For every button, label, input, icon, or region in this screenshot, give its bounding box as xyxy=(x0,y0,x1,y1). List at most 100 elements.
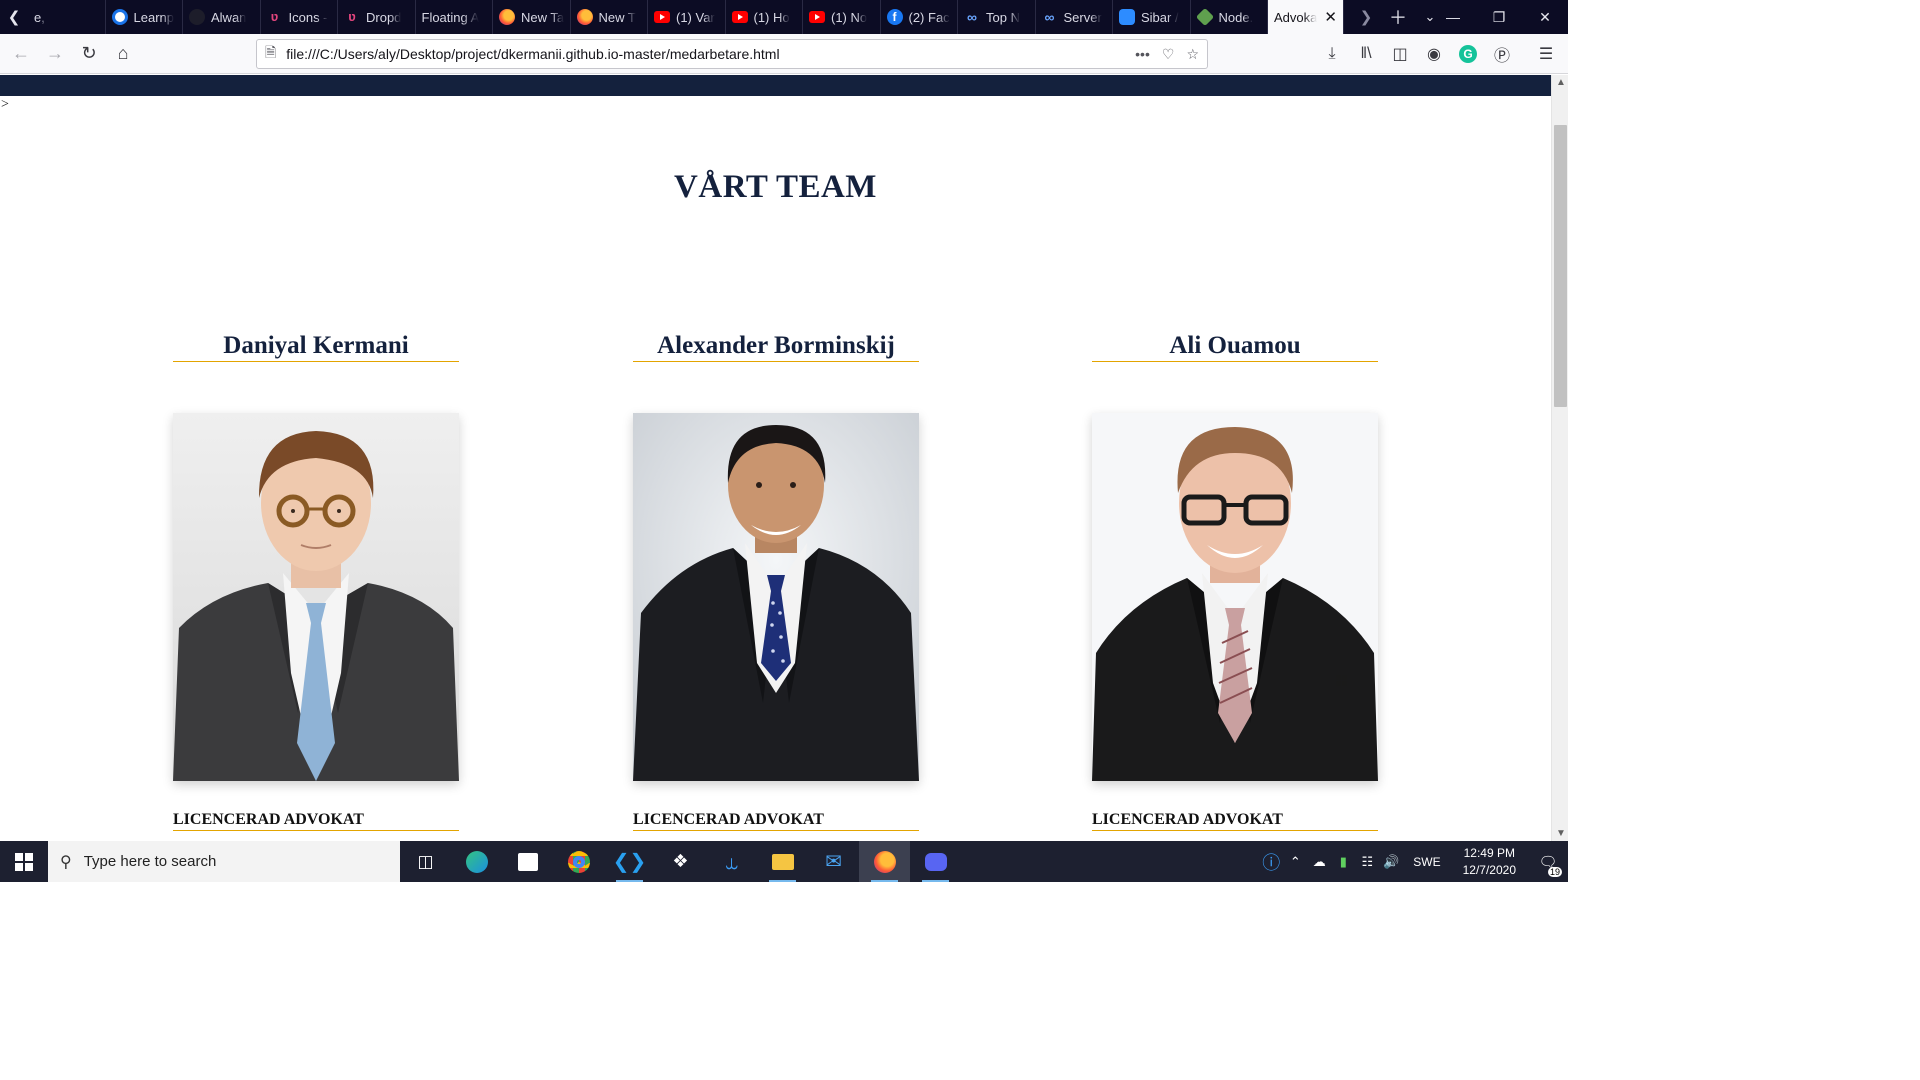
firefox-icon xyxy=(576,9,593,25)
stray-text: > xyxy=(1,97,9,112)
tab[interactable]: (1) Ho xyxy=(726,0,803,34)
edge-icon[interactable] xyxy=(451,841,502,882)
tab-active[interactable]: Advoka ✕ xyxy=(1268,0,1344,34)
tab[interactable]: Learnp xyxy=(106,0,183,34)
close-tab-icon[interactable]: ✕ xyxy=(1324,8,1337,26)
scroll-thumb[interactable] xyxy=(1554,125,1567,407)
tab[interactable]: ʋ Dropd xyxy=(338,0,416,34)
library-icon[interactable]: ‖\ xyxy=(1350,38,1382,70)
language-indicator[interactable]: SWE xyxy=(1413,855,1440,869)
help-icon[interactable]: ⓘ xyxy=(1259,849,1283,875)
downloads-icon[interactable]: ⤓ xyxy=(1316,38,1348,70)
url-text[interactable]: file:///C:/Users/aly/Desktop/project/dke… xyxy=(286,46,1123,62)
page-actions-icon[interactable]: ••• xyxy=(1135,46,1150,62)
start-button[interactable] xyxy=(0,841,48,882)
tab[interactable]: (1) Var xyxy=(648,0,726,34)
m-logo-icon: ʋ xyxy=(348,9,356,24)
tab-list: e, Learnp Alwan ʋ Icons - ʋ Dropd Floating… xyxy=(28,0,1344,34)
tab-label: Top N xyxy=(986,9,1020,25)
tab-label: Dropd xyxy=(366,9,402,25)
tab-scroll-right-button[interactable]: ❯ xyxy=(1350,8,1382,26)
back-button[interactable]: ← xyxy=(4,38,38,70)
discord-icon[interactable] xyxy=(910,841,961,882)
tab-label: Alwan xyxy=(211,9,247,25)
scroll-down-arrow-icon[interactable]: ▼ xyxy=(1556,828,1566,839)
vertical-scrollbar[interactable]: ▲ ▼ xyxy=(1551,75,1568,841)
file-explorer-icon[interactable] xyxy=(757,841,808,882)
tab[interactable]: New Ta xyxy=(493,0,571,34)
navigation-toolbar: ← → ↻ ⌂ 🗎 file:///C:/Users/aly/Desktop/p… xyxy=(0,34,1568,74)
youtube-icon xyxy=(809,11,825,23)
new-tab-button[interactable]: ＋ xyxy=(1382,4,1414,30)
network-icon[interactable]: ☷ xyxy=(1355,854,1379,870)
tab[interactable]: (1) No xyxy=(803,0,881,34)
sidebar-icon[interactable]: ◫ xyxy=(1384,38,1416,70)
team-member-card: Daniyal Kermani LICENCERAD ADVOKAT xyxy=(173,330,459,831)
member-photo xyxy=(633,413,919,781)
member-role: LICENCERAD ADVOKAT xyxy=(633,811,919,831)
volume-icon[interactable]: 🔊 xyxy=(1379,854,1403,870)
tab[interactable]: ʋ Icons - xyxy=(261,0,338,34)
taskbar-search-box[interactable]: ⚲ Type here to search xyxy=(48,841,400,882)
tab[interactable]: Sibar / xyxy=(1113,0,1191,34)
tab-label: Advoka xyxy=(1274,9,1318,25)
tab-strip: ❮ e, Learnp Alwan ʋ Icons - ʋ Dropd Floati… xyxy=(0,0,1568,34)
onedrive-icon[interactable]: ☁ xyxy=(1307,854,1331,870)
infinity-icon: ∞ xyxy=(1044,9,1055,25)
m-logo-icon: ʋ xyxy=(270,9,279,24)
pocket-icon[interactable]: ♡ xyxy=(1162,46,1175,63)
tab[interactable]: Node. xyxy=(1191,0,1268,34)
tab[interactable]: ∞ Top N xyxy=(958,0,1036,34)
restore-button[interactable]: ❐ xyxy=(1476,0,1522,34)
member-role: LICENCERAD ADVOKAT xyxy=(173,811,459,831)
close-window-button[interactable]: ✕ xyxy=(1522,0,1568,34)
account-icon[interactable]: ◉ xyxy=(1418,38,1450,70)
search-placeholder: Type here to search xyxy=(83,853,217,870)
firefox-taskbar-icon[interactable] xyxy=(859,841,910,882)
store-icon[interactable] xyxy=(502,841,553,882)
search-icon: ⚲ xyxy=(60,853,72,871)
mail-icon[interactable]: ✉ xyxy=(808,841,859,882)
member-photo xyxy=(1092,413,1378,781)
youtube-icon xyxy=(654,11,670,23)
tab-label: (1) Var xyxy=(676,9,715,25)
scroll-up-arrow-icon[interactable]: ▲ xyxy=(1556,77,1566,88)
tab[interactable]: Alwan xyxy=(183,0,261,34)
chrome-icon[interactable] xyxy=(553,841,604,882)
grammarly-icon[interactable]: G xyxy=(1452,38,1484,70)
tab-scroll-left-button[interactable]: ❮ xyxy=(0,0,28,34)
battery-icon[interactable]: ▮ xyxy=(1331,854,1355,870)
ring-icon xyxy=(111,9,128,25)
clock[interactable]: 12:49 PM 12/7/2020 xyxy=(1463,845,1516,879)
app-bolt-icon[interactable]: ⥿ xyxy=(706,841,757,882)
url-bar[interactable]: 🗎 file:///C:/Users/aly/Desktop/project/d… xyxy=(256,39,1208,69)
page-icon: 🗎 xyxy=(265,44,277,60)
forward-button[interactable]: → xyxy=(38,38,72,70)
tab[interactable]: New T xyxy=(571,0,648,34)
tab-label: Node. xyxy=(1218,9,1254,25)
tab[interactable]: e, xyxy=(28,0,106,34)
bookmark-star-icon[interactable]: ☆ xyxy=(1186,46,1199,63)
site-header-bar xyxy=(0,75,1551,96)
tab[interactable]: ∞ Server xyxy=(1036,0,1113,34)
tab[interactable]: Floating A xyxy=(416,0,493,34)
vscode-icon[interactable]: ❮❯ xyxy=(604,841,655,882)
dropbox-icon[interactable]: ❖ xyxy=(655,841,706,882)
member-name: Ali Ouamou xyxy=(1092,330,1378,362)
tab-label: New T xyxy=(598,9,636,25)
windows-taskbar: ⚲ Type here to search ◫ ❮❯ ❖ ⥿ ✉ ⓘ ⌃ ☁ ▮… xyxy=(0,841,1568,882)
action-center-icon[interactable]: 🗨 19 xyxy=(1528,853,1568,877)
home-button[interactable]: ⌂ xyxy=(106,38,140,70)
show-hidden-icons-icon[interactable]: ⌃ xyxy=(1283,854,1307,870)
reload-button[interactable]: ↻ xyxy=(72,38,106,70)
pinterest-icon[interactable]: Ⓟ xyxy=(1486,38,1518,70)
tab-label: (1) Ho xyxy=(753,9,790,25)
task-view-icon[interactable]: ◫ xyxy=(400,841,451,882)
tab-label: New Ta xyxy=(521,9,564,25)
menu-icon[interactable]: ☰ xyxy=(1530,38,1562,70)
minimize-button[interactable]: — xyxy=(1430,0,1476,34)
tab[interactable]: f (2) Fac xyxy=(881,0,958,34)
page-title: VÅRT TEAM xyxy=(674,169,877,205)
system-tray: ⓘ ⌃ ☁ ▮ ☷ 🔊 SWE 12:49 PM 12/7/2020 🗨 19 xyxy=(1259,841,1568,882)
team-member-card: Ali Ouamou LICENCERAD ADVOKAT xyxy=(1092,330,1378,831)
